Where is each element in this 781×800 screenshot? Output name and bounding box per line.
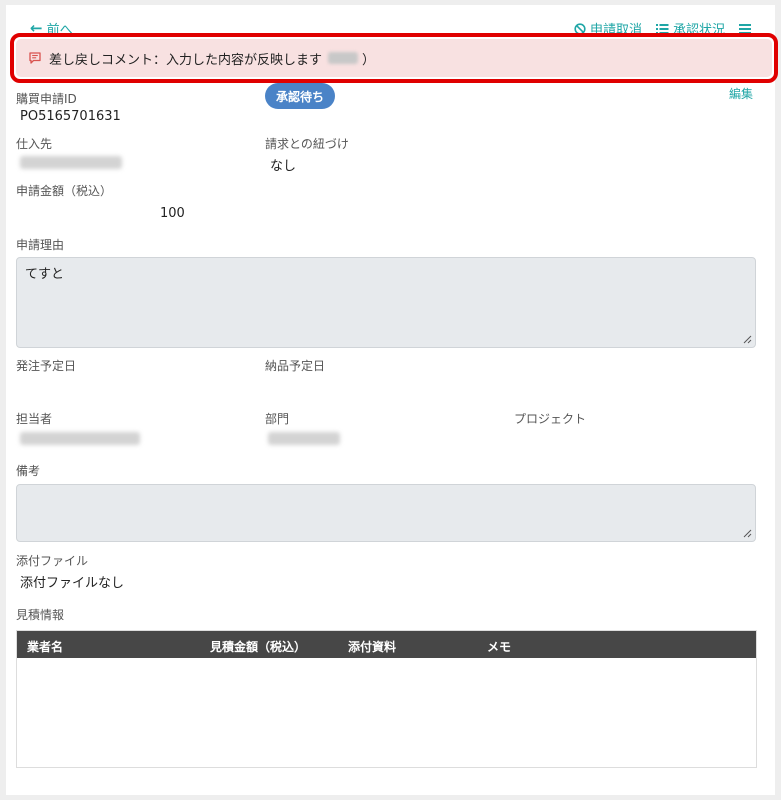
- edit-link[interactable]: 編集: [729, 85, 753, 102]
- alert-suffix: ）: [362, 52, 376, 68]
- redacted-supplier: [20, 156, 122, 169]
- column-header-attachments: 添付資料: [348, 640, 397, 654]
- alert-text: 差し戻しコメント：入力した内容が反映します: [49, 52, 323, 68]
- po-id-label: 購買申請ID: [16, 92, 77, 106]
- reason-value: てすと: [25, 267, 65, 282]
- department-label: 部門: [265, 412, 290, 426]
- redacted-department: [268, 432, 340, 445]
- project-label: プロジェクト: [514, 412, 587, 426]
- person-label: 担当者: [16, 412, 53, 426]
- quote-table: 業者名 見積金額（税込） 添付資料 メモ: [16, 630, 757, 768]
- remarks-label: 備考: [16, 464, 41, 478]
- amount-value: 100: [160, 206, 185, 221]
- delivery-date-label: 納品予定日: [265, 359, 326, 373]
- column-header-vendor: 業者名: [27, 640, 64, 654]
- page: ← 前へ 申請取消 承認状況 差し戻しコメント：入力した内容が反映します ） 購…: [6, 5, 778, 795]
- reason-textarea[interactable]: てすと: [16, 257, 756, 348]
- supplier-label: 仕入先: [16, 137, 53, 151]
- status-badge: 承認待ち: [265, 83, 335, 109]
- resize-handle-icon[interactable]: [743, 529, 752, 538]
- order-date-label: 発注予定日: [16, 359, 77, 373]
- column-header-quote-amount: 見積金額（税込）: [210, 640, 307, 654]
- invoice-link-label: 請求との紐づけ: [265, 137, 349, 151]
- redacted-commenter: [328, 52, 359, 64]
- reason-label: 申請理由: [16, 238, 65, 252]
- po-id-value: PO5165701631: [20, 109, 121, 124]
- redacted-person: [20, 432, 140, 445]
- column-header-memo: メモ: [487, 640, 512, 654]
- remarks-textarea[interactable]: [16, 484, 756, 542]
- amount-label: 申請金額（税込）: [16, 184, 113, 198]
- quote-info-label: 見積情報: [16, 608, 65, 622]
- attachments-label: 添付ファイル: [16, 554, 89, 568]
- comment-icon: [28, 51, 42, 65]
- resize-handle-icon[interactable]: [743, 335, 752, 344]
- invoice-link-value: なし: [270, 159, 297, 174]
- return-comment-alert: 差し戻しコメント：入力した内容が反映します ）: [16, 39, 772, 77]
- quote-table-header: 業者名 見積金額（税込） 添付資料 メモ: [17, 631, 756, 658]
- attachments-value: 添付ファイルなし: [20, 576, 125, 591]
